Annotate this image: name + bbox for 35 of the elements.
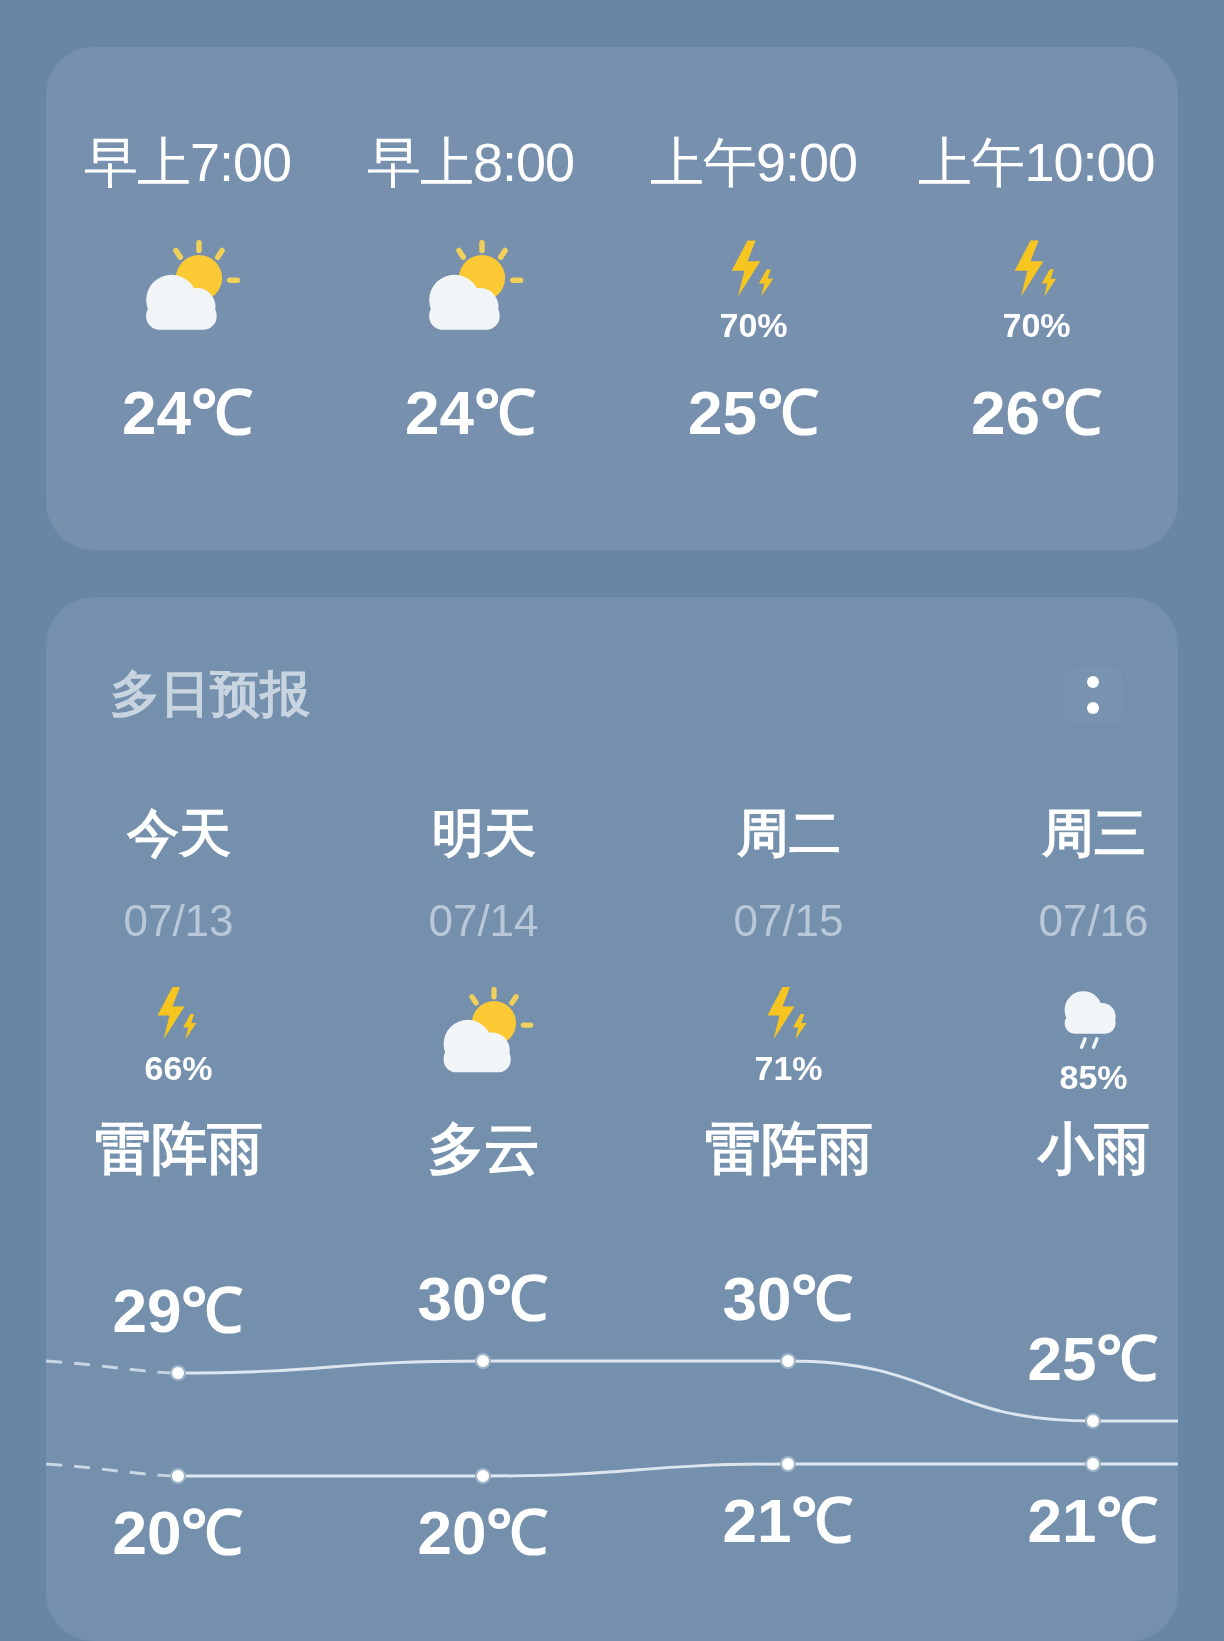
hour-temperature: 26℃ <box>971 382 1102 444</box>
day-date: 07/16 <box>1038 899 1149 943</box>
day-name: 明天 <box>431 807 536 859</box>
hour-temperature: 24℃ <box>405 382 536 444</box>
precipitation-chance: 66% <box>144 1050 213 1085</box>
precipitation-chance: 70% <box>1002 308 1071 342</box>
weather-condition: 雷阵雨 <box>94 1121 263 1177</box>
hour-temperature: 25℃ <box>688 382 819 444</box>
weather-condition: 多云 <box>427 1121 540 1177</box>
day-name: 周三 <box>1041 807 1146 859</box>
low-temperature: 21℃ <box>722 1490 854 1552</box>
precipitation-chance: 70% <box>719 308 788 342</box>
day-name: 周二 <box>736 807 841 859</box>
hour-time: 早上8:00 <box>366 135 575 189</box>
low-temperature: 21℃ <box>1027 1490 1159 1552</box>
hour-time: 早上7:00 <box>83 135 292 189</box>
day-name: 今天 <box>126 807 231 859</box>
day-date: 07/14 <box>428 899 539 943</box>
precipitation-chance: 71% <box>754 1050 823 1085</box>
section-title: 多日预报 <box>110 665 310 724</box>
hour-time: 上午9:00 <box>649 135 858 189</box>
high-temperature: 30℃ <box>417 1268 549 1330</box>
precipitation-chance: 85% <box>1059 1059 1128 1094</box>
more-button[interactable] <box>1064 665 1122 724</box>
high-temperature: 25℃ <box>1027 1328 1159 1390</box>
weather-condition: 小雨 <box>1037 1121 1150 1177</box>
weather-condition: 雷阵雨 <box>704 1121 873 1177</box>
day-date: 07/15 <box>733 899 844 943</box>
hour-temperature: 24℃ <box>122 382 253 444</box>
high-temperature: 29℃ <box>112 1280 244 1342</box>
day-date: 07/13 <box>123 899 234 943</box>
low-temperature: 20℃ <box>417 1502 549 1564</box>
high-temperature: 30℃ <box>722 1268 854 1330</box>
hour-time: 上午10:00 <box>918 135 1155 189</box>
low-temperature: 20℃ <box>112 1502 244 1564</box>
